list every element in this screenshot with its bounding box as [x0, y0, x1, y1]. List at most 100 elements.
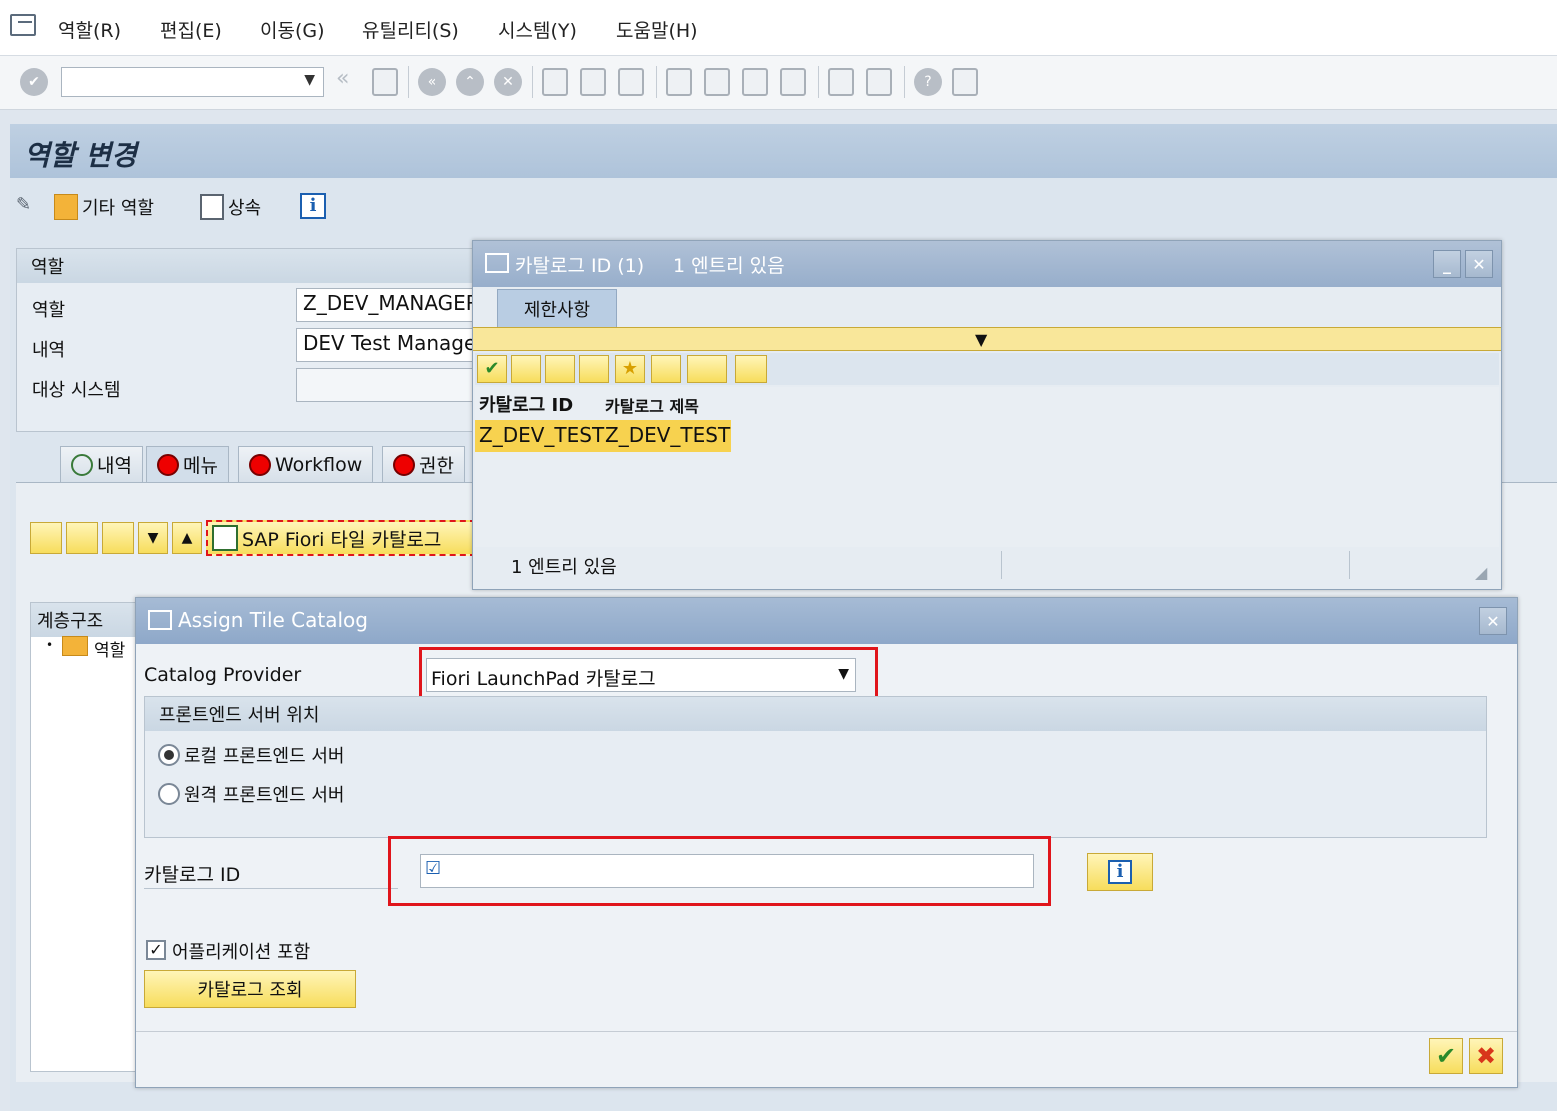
radio-local-frontend[interactable]	[158, 744, 180, 766]
info-button[interactable]: i	[1087, 853, 1153, 891]
cancel-x-icon[interactable]	[511, 355, 541, 383]
alv-toolbar: ✔ ★	[475, 353, 1499, 385]
target-system-label: 대상 시스템	[32, 380, 121, 401]
first-page-icon[interactable]	[666, 68, 692, 96]
frontend-group-header: 프론트엔드 서버 위치	[145, 697, 1486, 731]
print-icon[interactable]	[687, 355, 727, 383]
info-icon[interactable]: i	[300, 193, 326, 219]
filter-funnel-icon[interactable]: ▼	[975, 330, 987, 349]
exit-icon[interactable]: ⌃	[456, 68, 484, 96]
radio-remote-frontend[interactable]	[158, 783, 180, 805]
description-field[interactable]: DEV Test Manager	[296, 328, 486, 362]
layout-menu-icon[interactable]	[952, 68, 978, 96]
column-header-catalog-id[interactable]: 카탈로그 ID	[475, 387, 601, 419]
menu-edit[interactable]: 편집(E)	[160, 16, 222, 43]
find-next-icon[interactable]	[579, 355, 609, 383]
toolbar-separator	[818, 66, 819, 98]
help-icon[interactable]: ?	[914, 68, 942, 96]
copy-menu-icon[interactable]	[102, 522, 134, 554]
catalog-popup-title-count: 1 엔트리 있음	[673, 255, 785, 277]
menu-goto[interactable]: 이동(G)	[260, 16, 325, 43]
confirm-check-icon[interactable]: ✔	[477, 355, 507, 383]
confirm-check-icon[interactable]: ✔	[1429, 1038, 1463, 1074]
catalog-popup-status: 1 엔트리 있음	[511, 557, 617, 578]
double-chevron-left-icon[interactable]: «	[336, 66, 349, 91]
tab-authorizations[interactable]: 권한	[382, 446, 465, 482]
catalog-id-cell: Z_DEV_TEST	[479, 423, 605, 447]
toolbar-separator	[656, 66, 657, 98]
new-session-icon[interactable]	[828, 68, 854, 96]
move-down-icon[interactable]: ▼	[138, 522, 168, 554]
previous-page-icon[interactable]	[704, 68, 730, 96]
display-change-icon[interactable]: ✎	[16, 194, 46, 220]
hierarchy-root-node[interactable]: 역할	[94, 636, 125, 661]
pin-icon[interactable]	[735, 355, 767, 383]
last-page-icon[interactable]	[780, 68, 806, 96]
status-red-icon	[249, 453, 271, 476]
status-red-icon	[157, 453, 179, 476]
command-field[interactable]: ▼	[61, 67, 324, 97]
target-system-field[interactable]	[296, 368, 486, 402]
cancel-x-icon[interactable]: ✖	[1469, 1038, 1503, 1074]
find-icon[interactable]	[545, 355, 575, 383]
folder-icon	[62, 636, 88, 656]
include-apps-checkbox[interactable]: ✓	[146, 940, 166, 960]
close-icon[interactable]: ✕	[1479, 607, 1507, 635]
menu-system[interactable]: 시스템(Y)	[498, 16, 577, 43]
favorites-add-icon[interactable]: ★	[615, 355, 645, 383]
tab-workflow-label: Workflow	[275, 453, 363, 476]
catalog-result-table: 카탈로그 ID 카탈로그 제목 Z_DEV_TEST Z_DEV_TEST	[475, 387, 1499, 547]
minimize-icon[interactable]: _	[1433, 250, 1461, 278]
tab-restrictions[interactable]: 제한사항	[497, 289, 617, 327]
menu-role[interactable]: 역할(R)	[58, 16, 121, 43]
status-red-icon	[393, 453, 415, 476]
column-header-catalog-title[interactable]: 카탈로그 제목	[603, 387, 731, 419]
catalog-search-button[interactable]: 카탈로그 조회	[144, 970, 356, 1008]
close-icon[interactable]: ✕	[1465, 250, 1493, 278]
window-menu-icon[interactable]	[10, 14, 36, 36]
inherit-button[interactable]: 상속	[228, 194, 261, 220]
chevron-down-icon[interactable]: ▼	[304, 72, 315, 88]
save-icon[interactable]	[372, 68, 398, 96]
move-up-icon[interactable]: ▲	[172, 522, 202, 554]
page-title: 역할 변경	[24, 139, 137, 172]
cancel-icon[interactable]: ✕	[494, 68, 522, 96]
other-role-icon[interactable]	[54, 194, 78, 220]
find-next-icon[interactable]	[618, 68, 644, 96]
toolbar-separator	[532, 66, 533, 98]
resize-grip-icon[interactable]: ◢	[1475, 563, 1487, 582]
other-role-button[interactable]: 기타 역할	[82, 194, 154, 220]
window-icon	[148, 610, 172, 630]
tab-menu[interactable]: 메뉴	[146, 446, 229, 482]
next-page-icon[interactable]	[742, 68, 768, 96]
info-icon: i	[1108, 860, 1132, 884]
folder-icon[interactable]	[66, 522, 98, 554]
tab-description[interactable]: 내역	[60, 446, 143, 482]
sap-fiori-tile-catalog-button[interactable]: SAP Fiori 타일 카탈로그	[206, 520, 476, 556]
shortcut-icon[interactable]	[866, 68, 892, 96]
menu-utilities[interactable]: 유틸리티(S)	[362, 16, 459, 43]
print-icon[interactable]	[542, 68, 568, 96]
restriction-expander-bar[interactable]: ▼	[473, 327, 1501, 351]
inherit-icon[interactable]	[200, 194, 224, 220]
find-icon[interactable]	[580, 68, 606, 96]
toolbar-separator	[408, 66, 409, 98]
menu-help[interactable]: 도움말(H)	[616, 16, 698, 43]
role-field[interactable]: Z_DEV_MANAGER	[296, 288, 486, 322]
catalog-popup-title: 카탈로그 ID (1)	[515, 255, 645, 277]
enter-check-icon[interactable]: ✔	[20, 68, 48, 96]
tab-workflow[interactable]: Workflow	[238, 446, 374, 482]
toolbar-separator	[904, 66, 905, 98]
status-separator	[1001, 551, 1002, 579]
title-bar	[10, 124, 1557, 178]
help-question-icon[interactable]	[651, 355, 681, 383]
footer-divider	[136, 1031, 1517, 1032]
assign-tile-catalog-popup: Assign Tile Catalog ✕ Catalog Provider F…	[135, 597, 1518, 1088]
tab-menu-label: 메뉴	[183, 455, 218, 477]
radio-local-label: 로컬 프론트엔드 서버	[184, 746, 345, 767]
role-menu-icon[interactable]	[30, 522, 62, 554]
table-row[interactable]: Z_DEV_TEST Z_DEV_TEST	[475, 420, 731, 452]
highlight-box	[388, 836, 1051, 906]
back-icon[interactable]: «	[418, 68, 446, 96]
tab-authorizations-label: 권한	[419, 455, 454, 477]
